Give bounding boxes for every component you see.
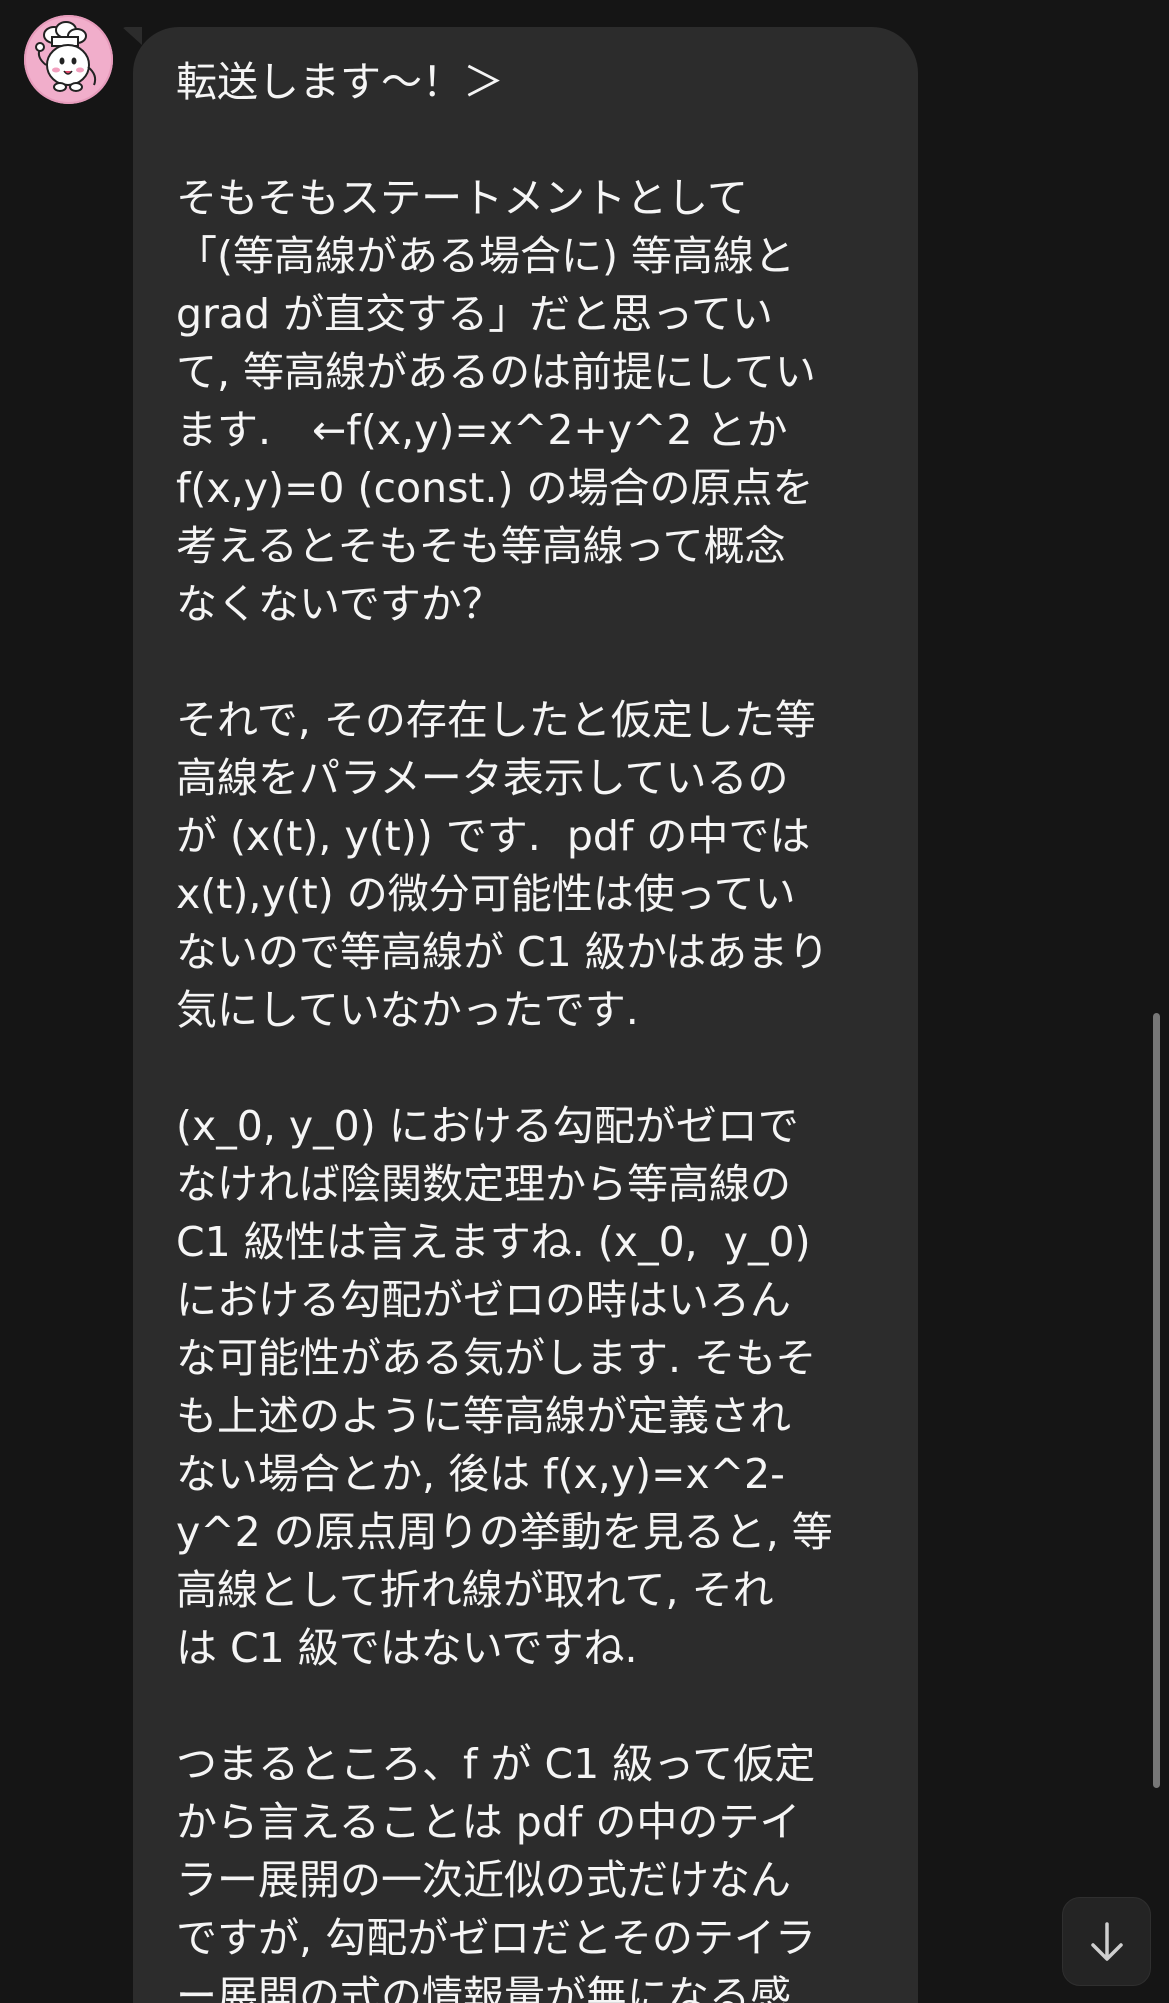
- message-line: y^2 の原点周りの挙動を見ると, 等: [176, 1508, 833, 1556]
- message-line: ない場合とか, 後は f(x,y)=x^2-: [176, 1450, 785, 1498]
- message-line: f(x,y)=0 (const.) の場合の原点を: [176, 464, 814, 512]
- message-line: C1 級性は言えますね. (x_0, y_0): [176, 1218, 811, 1266]
- message-line: て, 等高線があるのは前提にしてい: [176, 348, 816, 396]
- message-bubble-tail: [122, 27, 142, 45]
- message-line: 気にしていなかったです.: [176, 986, 639, 1034]
- message-line: も上述のように等高線が定義され: [176, 1392, 791, 1440]
- message-line: ー展開の式の情報量が無になる感: [176, 1972, 791, 2003]
- message-line: なくないですか？: [176, 580, 503, 628]
- message-line: から言えることは pdf の中のテイ: [176, 1798, 801, 1846]
- message-line: における勾配がゼロの時はいろん: [176, 1276, 791, 1324]
- message-line: ます. ←f(x,y)=x^2+y^2 とか: [176, 406, 788, 454]
- message-bubble[interactable]: 転送します〜！＞ そもそもステートメントとして 「(等高線がある場合に) 等高線…: [133, 27, 918, 2003]
- message-line: が (x(t), y(t)) です. pdf の中では: [176, 812, 811, 860]
- message-line: ないので等高線が C1 級かはあまり: [176, 928, 830, 976]
- message-line: ですが, 勾配がゼロだとそのテイラ: [176, 1914, 816, 1962]
- arrow-down-icon: [1090, 1921, 1123, 1961]
- message-line: そもそもステートメントとして: [176, 174, 748, 222]
- message-line: 「(等高線がある場合に) 等高線と: [176, 232, 796, 280]
- scrollbar-thumb[interactable]: [1153, 1013, 1160, 1788]
- message-line: なければ陰関数定理から等高線の: [176, 1160, 791, 1208]
- message-line: は C1 級ではないですね.: [176, 1624, 638, 1672]
- message-line: な可能性がある気がします. そもそ: [176, 1334, 817, 1382]
- message-line: 高線として折れ線が取れて, それ: [176, 1566, 774, 1614]
- chef-character-icon: [35, 21, 97, 92]
- message-line: ラー展開の一次近似の式だけなん: [176, 1856, 791, 1904]
- message-line: x(t),y(t) の微分可能性は使ってい: [176, 870, 796, 918]
- sender-avatar[interactable]: [24, 15, 113, 104]
- message-text: 転送します〜！＞ そもそもステートメントとして 「(等高線がある場合に) 等高線…: [176, 53, 878, 2003]
- message-line: 考えるとそもそも等高線って概念: [176, 522, 786, 570]
- message-line: それで, その存在したと仮定した等: [176, 696, 816, 744]
- message-line: 転送します〜！＞: [176, 58, 504, 106]
- scroll-to-bottom-button[interactable]: [1062, 1897, 1151, 1986]
- message-line: 高線をパラメータ表示しているの: [176, 754, 789, 802]
- message-line: つまるところ、f が C1 級って仮定: [176, 1740, 816, 1788]
- message-line: grad が直交する」だと思ってい: [176, 290, 774, 338]
- message-line: (x_0, y_0) における勾配がゼロで: [176, 1102, 799, 1150]
